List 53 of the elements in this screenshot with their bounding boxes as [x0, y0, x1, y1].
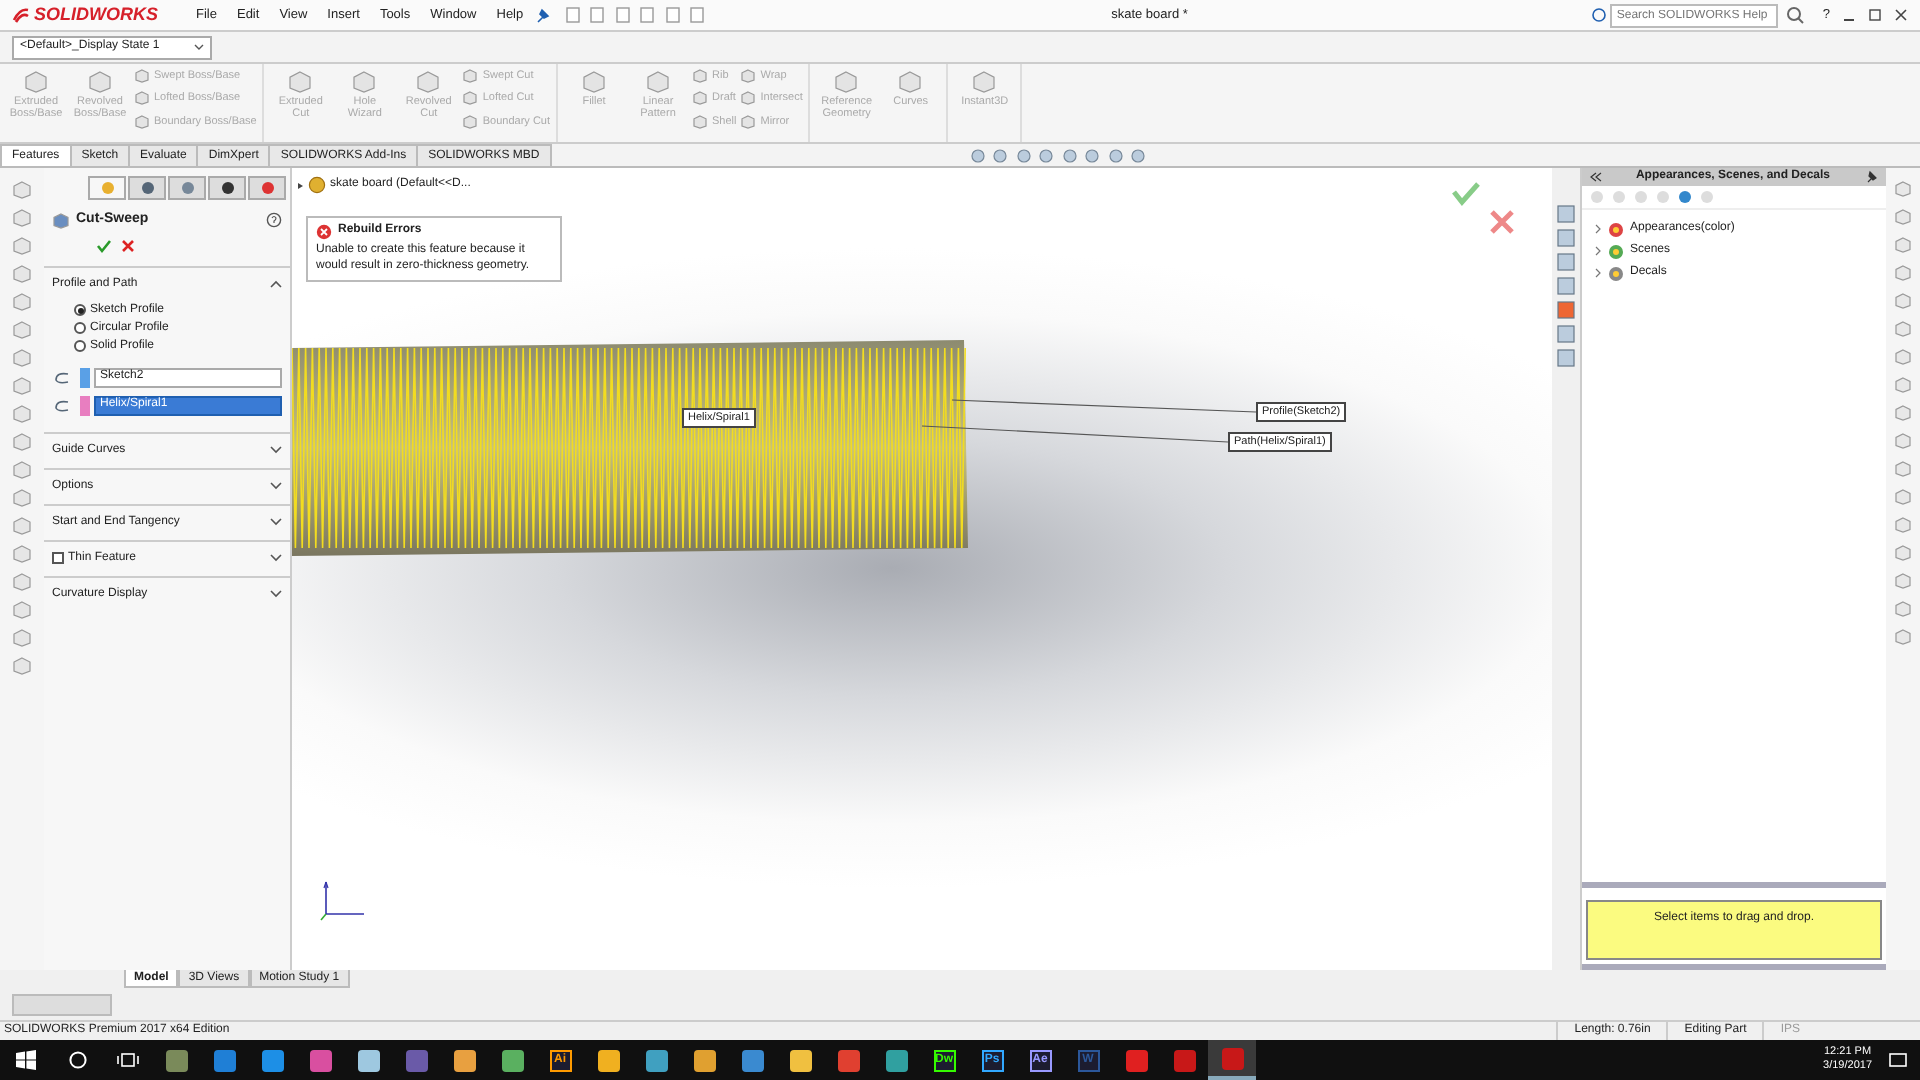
checkbox[interactable]	[52, 552, 64, 564]
app-icon[interactable]	[741, 1049, 763, 1071]
app-icon[interactable]	[789, 1049, 811, 1071]
app-icon[interactable]	[213, 1049, 235, 1071]
expand-chevron-icon[interactable]	[270, 482, 282, 490]
expand-arrow-icon[interactable]	[296, 181, 304, 189]
app-icon[interactable]	[453, 1049, 475, 1071]
cancel-icon[interactable]	[1489, 209, 1515, 235]
app-icon[interactable]	[309, 1049, 331, 1071]
cube-icon	[352, 70, 377, 94]
ok-checkmark-icon[interactable]	[96, 237, 112, 253]
cube-icon	[24, 70, 48, 94]
app-icon[interactable]	[165, 1049, 187, 1071]
dropdown-field[interactable]	[12, 993, 112, 1015]
app-logo: SOLIDWORKS	[0, 1, 186, 29]
axis-triad-icon	[320, 881, 365, 921]
cube-icon	[646, 70, 671, 94]
cube-icon	[972, 70, 997, 94]
confirm-checkmark-icon[interactable]	[1452, 182, 1480, 206]
pin-icon[interactable]	[1864, 170, 1878, 184]
expand-chevron-icon[interactable]	[270, 446, 282, 454]
app-icon[interactable]	[885, 1049, 907, 1071]
expand-chevron-icon[interactable]	[270, 554, 282, 562]
expand-chevron-icon[interactable]	[270, 518, 282, 526]
panel-tab-icon[interactable]	[219, 180, 235, 196]
task-view-icon[interactable]	[116, 1050, 140, 1070]
windows-start-icon[interactable]	[16, 1050, 36, 1070]
notification-icon[interactable]	[1888, 1051, 1908, 1069]
app-icon[interactable]	[645, 1049, 667, 1071]
radio-button[interactable]	[74, 304, 86, 316]
app-icon[interactable]	[501, 1049, 523, 1071]
caret-icon	[194, 44, 204, 50]
error-icon	[316, 224, 332, 240]
window-controls-icon[interactable]	[1840, 7, 1912, 23]
app-icon[interactable]	[261, 1049, 283, 1071]
cube-icon	[582, 70, 607, 94]
cube-icon	[88, 70, 112, 94]
pin-icon[interactable]	[533, 7, 550, 23]
cube-icon	[898, 70, 923, 94]
cube-icon	[834, 70, 859, 94]
radio-button[interactable]	[74, 322, 86, 334]
panel-tab-icon[interactable]	[139, 180, 155, 196]
expand-chevron-icon[interactable]	[270, 590, 282, 598]
app-icon[interactable]	[693, 1049, 715, 1071]
app-icon[interactable]	[357, 1049, 379, 1071]
app-icon[interactable]	[597, 1049, 619, 1071]
collapse-chevron-icon[interactable]	[270, 280, 282, 288]
radio-button[interactable]	[74, 340, 86, 352]
cube-icon	[288, 70, 313, 94]
collapse-icon[interactable]	[1590, 172, 1602, 182]
cancel-icon[interactable]	[119, 237, 135, 253]
cube-icon	[52, 211, 70, 230]
cube-icon	[416, 70, 441, 94]
